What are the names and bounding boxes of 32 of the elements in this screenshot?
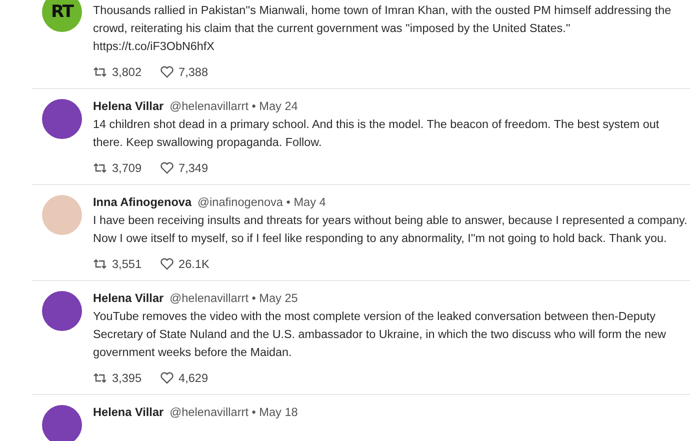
like-count: 26.1K: [178, 257, 210, 271]
heart-icon[interactable]: [160, 258, 174, 270]
post-text: YouTube removes the video with the most complete version of the leaked conversation between then-Deputy Secretary of State Nuland and the U.S. ambassador to Ukraine, in which the two discuss who will form the new government weeks before the Maidan.: [93, 309, 667, 361]
post-text: I have been receiving insults and threats for years without being able to answer, because I represented a company. Now I owe itself to myself, so if I feel like responding to any abnormality, I''m not going to hold back. Thank you.: [93, 213, 688, 247]
post-meta: @helenavillarrt • May 24: [170, 99, 298, 113]
avatar-photo-placeholder[interactable]: [42, 291, 82, 331]
like-count: 7,349: [178, 161, 208, 175]
author-name[interactable]: Inna Afinogenova: [93, 195, 192, 209]
avatar-photo-placeholder[interactable]: [42, 405, 82, 441]
retweet-count: 3,395: [112, 371, 142, 385]
like-count: 7,388: [178, 65, 208, 79]
retweet-count: 3,709: [112, 161, 142, 175]
retweet-count: 3,551: [112, 257, 142, 271]
like-count: 4,629: [178, 371, 208, 385]
author-name[interactable]: Helena Villar: [93, 99, 164, 113]
logo-avatar[interactable]: RT: [42, 0, 82, 32]
post-text: Thousands rallied in Pakistan''s Mianwali, home town of Imran Khan, with the ousted PM himself addressing the crowd, reiterating his claim that the current government was ''imposed by the United States.'' https://t.co/iF3ObN6hfX: [93, 3, 672, 55]
retweet-icon[interactable]: [93, 372, 107, 384]
retweet-icon[interactable]: [93, 162, 107, 174]
retweet-count: 3,802: [112, 65, 142, 79]
retweet-icon[interactable]: [93, 258, 107, 270]
heart-icon[interactable]: [160, 162, 174, 174]
heart-icon[interactable]: [160, 66, 174, 78]
author-name[interactable]: Helena Villar: [93, 405, 164, 419]
heart-icon[interactable]: [160, 372, 174, 384]
post-text: 14 children shot dead in a primary school. And this is the model. The beacon of freedom. The best system out there. Keep swallowing propaganda. Follow.: [93, 117, 660, 151]
avatar-photo-placeholder[interactable]: [42, 99, 82, 139]
post-meta: @inafinogenova • May 4: [198, 195, 326, 209]
post-meta: @helenavillarrt • May 18: [170, 405, 298, 419]
post-meta: @helenavillarrt • May 25: [170, 291, 298, 305]
retweet-icon[interactable]: [93, 66, 107, 78]
author-name[interactable]: Helena Villar: [93, 291, 164, 305]
